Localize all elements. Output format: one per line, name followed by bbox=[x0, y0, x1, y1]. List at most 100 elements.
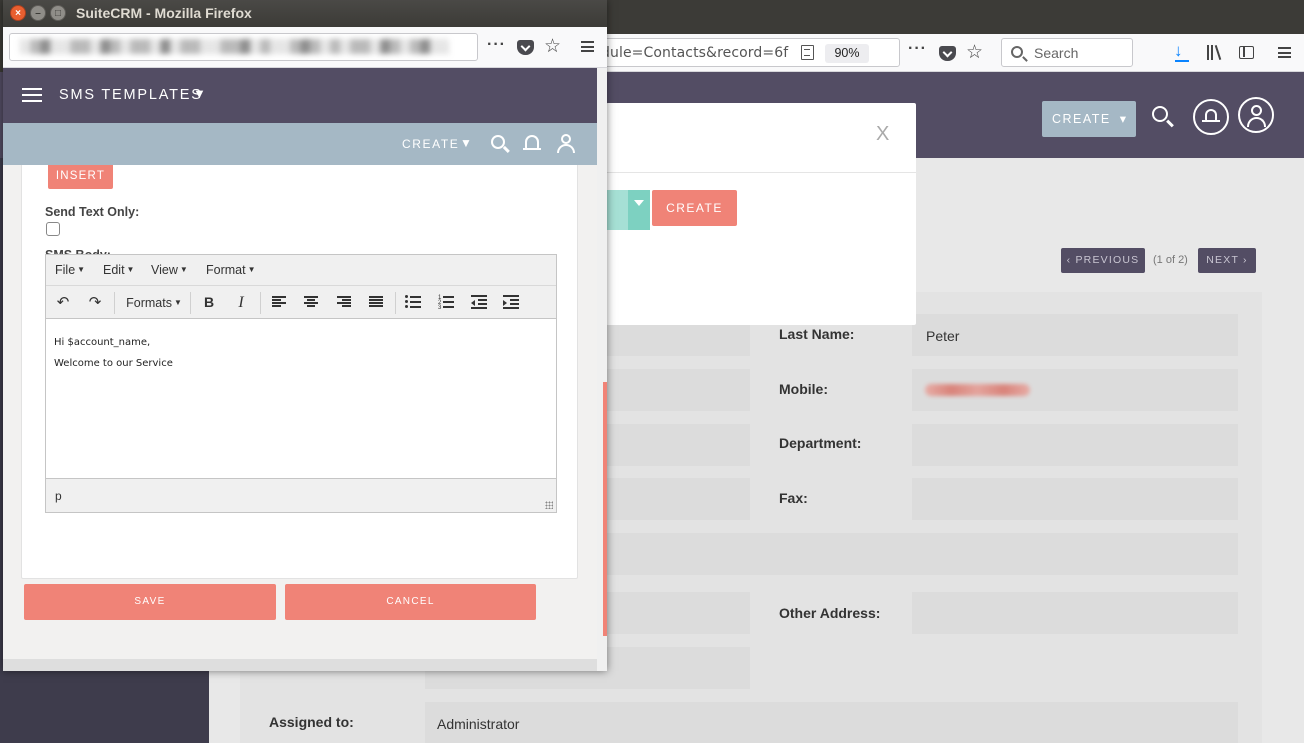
search-icon[interactable] bbox=[491, 135, 505, 149]
window-title: SuiteCRM - Mozilla Firefox bbox=[76, 5, 252, 21]
chevron-right-icon: › bbox=[1238, 254, 1248, 266]
align-center-icon[interactable] bbox=[304, 296, 318, 308]
popup-url-bar[interactable]: ░▒▓░░▒▒░▓▒░▒▒░▓░▒▒░░▒▒▓░▒░░▒▓▒░▒░▒▒░▓▒░▒… bbox=[9, 33, 478, 61]
menu-file[interactable]: File ▼ bbox=[55, 263, 85, 277]
background-url-text: dule=Contacts&record=6f bbox=[601, 45, 789, 61]
editor-toolbar: ↶ ↷ Formats ▼ B I 1 2 3 bbox=[46, 286, 556, 319]
undo-icon[interactable]: ↶ bbox=[54, 292, 72, 313]
window-maximize-button[interactable]: □ bbox=[50, 5, 66, 21]
other-address-box bbox=[912, 592, 1238, 634]
background-url-bar[interactable]: dule=Contacts&record=6f 90% bbox=[588, 38, 900, 67]
background-browser-toolbar: dule=Contacts&record=6f 90% ··· ☆ Search… bbox=[588, 34, 1304, 72]
send-text-only-checkbox[interactable] bbox=[46, 222, 60, 236]
browser-menu-icon[interactable] bbox=[581, 41, 594, 52]
create-menu-button[interactable]: CREATE bbox=[402, 137, 459, 151]
background-user-icon[interactable] bbox=[1238, 97, 1274, 133]
caret-down-icon[interactable]: ▼ bbox=[460, 136, 472, 150]
chevron-down-icon: ▼ bbox=[247, 265, 256, 274]
bell-icon[interactable] bbox=[523, 135, 541, 150]
download-icon[interactable]: ↓ bbox=[1174, 42, 1190, 62]
next-label: NEXT bbox=[1206, 254, 1239, 266]
mobile-value-redacted bbox=[925, 384, 1030, 396]
bookmark-star-icon[interactable]: ☆ bbox=[544, 35, 561, 58]
save-button[interactable]: SAVE bbox=[24, 584, 276, 620]
formats-dropdown[interactable]: Formats ▼ bbox=[125, 292, 183, 313]
search-placeholder: Search bbox=[1034, 45, 1079, 61]
sidebar-toggle-icon[interactable] bbox=[1239, 46, 1254, 59]
bold-icon[interactable]: B bbox=[200, 292, 218, 313]
previous-button[interactable]: ‹ PREVIOUS bbox=[1061, 248, 1145, 273]
background-create-label: CREATE bbox=[1052, 112, 1111, 126]
next-button[interactable]: NEXT › bbox=[1198, 248, 1256, 273]
chevron-down-icon[interactable] bbox=[628, 190, 650, 230]
scrollbar-thumb[interactable] bbox=[603, 382, 607, 636]
menu-edit[interactable]: Edit ▼ bbox=[103, 263, 134, 277]
menu-view-label: View bbox=[151, 263, 178, 277]
toolbar-separator bbox=[114, 292, 115, 314]
search-icon bbox=[1011, 46, 1023, 58]
align-justify-icon[interactable] bbox=[369, 296, 383, 308]
background-search-box[interactable]: Search bbox=[1001, 38, 1133, 67]
previous-label: PREVIOUS bbox=[1075, 254, 1140, 266]
hamburger-menu-icon[interactable] bbox=[22, 88, 42, 102]
modal-create-button[interactable]: CREATE bbox=[652, 190, 737, 226]
send-text-only-label: Send Text Only: bbox=[45, 205, 140, 219]
page-actions-icon[interactable]: ··· bbox=[908, 40, 927, 58]
menu-file-label: File bbox=[55, 263, 76, 277]
crm-header: SMS TEMPLATES ▼ bbox=[3, 68, 597, 123]
toolbar-separator bbox=[395, 292, 396, 314]
modal-close-button[interactable]: X bbox=[876, 123, 889, 146]
pocket-icon[interactable] bbox=[517, 40, 534, 55]
page-actions-icon[interactable]: ··· bbox=[487, 36, 506, 54]
last-name-box bbox=[912, 314, 1238, 356]
background-notifications-icon[interactable] bbox=[1193, 99, 1229, 135]
cancel-button[interactable]: CANCEL bbox=[285, 584, 536, 620]
outdent-icon[interactable] bbox=[471, 295, 487, 309]
chevron-down-icon: ▼ bbox=[126, 265, 135, 274]
reader-view-icon[interactable] bbox=[801, 45, 814, 60]
popup-url-text-redacted: ░▒▓░░▒▒░▓▒░▒▒░▓░▒▒░░▒▒▓░▒░░▒▓▒░▒░▒▒░▓▒░▒… bbox=[20, 40, 450, 55]
library-icon[interactable] bbox=[1207, 45, 1223, 60]
numbered-list-icon[interactable]: 1 2 3 bbox=[438, 295, 454, 311]
module-title[interactable]: SMS TEMPLATES bbox=[59, 87, 203, 103]
popup-window: × – □ SuiteCRM - Mozilla Firefox ░▒▓░░▒▒… bbox=[3, 0, 607, 671]
fax-box bbox=[912, 478, 1238, 520]
align-right-icon[interactable] bbox=[337, 296, 351, 308]
editor-menubar: File ▼ Edit ▼ View ▼ Format ▼ bbox=[46, 255, 556, 286]
formats-label: Formats bbox=[126, 296, 172, 310]
last-name-value: Peter bbox=[926, 328, 960, 344]
background-search-icon[interactable] bbox=[1152, 106, 1168, 122]
caret-down-icon[interactable]: ▼ bbox=[193, 86, 206, 101]
menu-view[interactable]: View ▼ bbox=[151, 263, 188, 277]
assigned-to-value: Administrator bbox=[437, 716, 520, 732]
assigned-to-label: Assigned to: bbox=[269, 714, 354, 730]
insert-button[interactable]: INSERT bbox=[48, 165, 113, 189]
zoom-level[interactable]: 90% bbox=[825, 44, 869, 63]
editor-content-area[interactable]: Hi $account_name, Welcome to our Service bbox=[46, 320, 556, 478]
window-minimize-button[interactable]: – bbox=[30, 5, 46, 21]
menu-format-label: Format bbox=[206, 263, 246, 277]
browser-menu-icon[interactable] bbox=[1278, 47, 1291, 58]
bookmark-star-icon[interactable]: ☆ bbox=[966, 41, 983, 64]
element-path[interactable]: p bbox=[55, 489, 62, 503]
popup-bottom-bar bbox=[3, 659, 597, 671]
fax-label: Fax: bbox=[779, 490, 808, 506]
editor-statusbar: p bbox=[46, 478, 556, 512]
bullet-list-icon[interactable] bbox=[405, 295, 421, 309]
background-create-button[interactable]: CREATE ▾ bbox=[1042, 101, 1136, 137]
popup-browser-toolbar: ░▒▓░░▒▒░▓▒░▒▒░▓░▒▒░░▒▒▓░▒░░▒▓▒░▒░▒▒░▓▒░▒… bbox=[3, 27, 607, 68]
menu-format[interactable]: Format ▼ bbox=[206, 263, 256, 277]
resize-handle-icon[interactable] bbox=[545, 501, 553, 509]
user-icon[interactable] bbox=[557, 134, 575, 154]
edit-panel: INSERT Send Text Only: SMS Body: File▼ E… bbox=[21, 165, 578, 579]
indent-icon[interactable] bbox=[503, 295, 519, 309]
italic-icon[interactable]: I bbox=[232, 292, 250, 313]
rich-text-editor: File ▼ Edit ▼ View ▼ Format ▼ ↶ ↷ Formats ▼ B… bbox=[45, 254, 557, 513]
redo-icon[interactable]: ↷ bbox=[86, 292, 104, 313]
window-close-button[interactable]: × bbox=[10, 5, 26, 21]
pocket-icon[interactable] bbox=[939, 46, 956, 61]
align-left-icon[interactable] bbox=[272, 296, 286, 308]
chevron-down-icon: ▼ bbox=[179, 265, 188, 274]
pager-count: (1 of 2) bbox=[1153, 254, 1188, 266]
background-modal: X CREATE bbox=[606, 103, 916, 325]
